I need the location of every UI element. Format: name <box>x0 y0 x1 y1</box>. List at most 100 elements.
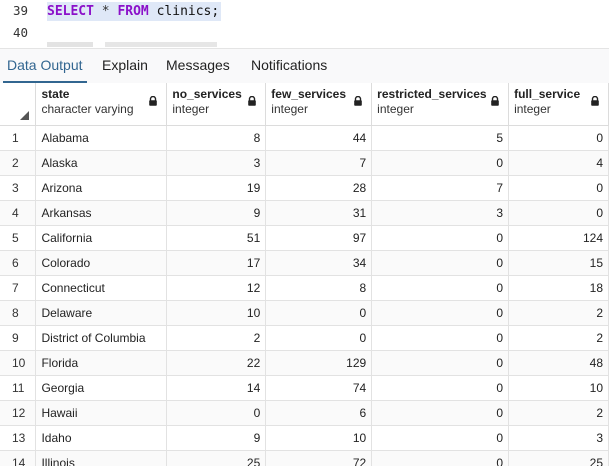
column-header-no-services[interactable]: no_services integer <box>166 83 267 126</box>
cell-no-services[interactable]: 8 <box>166 125 267 151</box>
column-header-state[interactable]: state character varying <box>35 83 168 126</box>
cell-state[interactable]: District of Columbia <box>35 325 168 351</box>
cell-few-services[interactable]: 72 <box>265 450 373 466</box>
cell-restricted-services[interactable]: 0 <box>371 325 510 351</box>
cell-state[interactable]: Alabama <box>35 125 168 151</box>
cell-restricted-services[interactable]: 0 <box>371 425 510 451</box>
cell-no-services[interactable]: 25 <box>166 450 267 466</box>
table-row[interactable]: 9 District of Columbia 2 0 0 2 <box>0 325 609 351</box>
cell-restricted-services[interactable]: 0 <box>371 450 510 466</box>
row-number[interactable]: 4 <box>0 200 37 226</box>
cell-full-service[interactable]: 25 <box>508 450 609 466</box>
cell-no-services[interactable]: 3 <box>166 150 267 176</box>
cell-full-service[interactable]: 4 <box>508 150 609 176</box>
cell-restricted-services[interactable]: 0 <box>371 375 510 401</box>
cell-no-services[interactable]: 12 <box>166 275 267 301</box>
cell-no-services[interactable]: 22 <box>166 350 267 376</box>
cell-restricted-services[interactable]: 7 <box>371 175 510 201</box>
row-number[interactable]: 3 <box>0 175 37 201</box>
cell-restricted-services[interactable]: 0 <box>371 225 510 251</box>
cell-no-services[interactable]: 9 <box>166 425 267 451</box>
cell-state[interactable]: Delaware <box>35 300 168 326</box>
cell-state[interactable]: Colorado <box>35 250 168 276</box>
cell-full-service[interactable]: 0 <box>508 125 609 151</box>
table-row[interactable]: 12 Hawaii 0 6 0 2 <box>0 400 609 426</box>
cell-full-service[interactable]: 0 <box>508 200 609 226</box>
cell-state[interactable]: Arkansas <box>35 200 168 226</box>
row-number[interactable]: 11 <box>0 375 37 401</box>
cell-no-services[interactable]: 19 <box>166 175 267 201</box>
cell-full-service[interactable]: 48 <box>508 350 609 376</box>
cell-full-service[interactable]: 124 <box>508 225 609 251</box>
cell-state[interactable]: Georgia <box>35 375 168 401</box>
table-row[interactable]: 8 Delaware 10 0 0 2 <box>0 300 609 326</box>
cell-few-services[interactable]: 7 <box>265 150 373 176</box>
row-number[interactable]: 6 <box>0 250 37 276</box>
cell-no-services[interactable]: 2 <box>166 325 267 351</box>
cell-full-service[interactable]: 0 <box>508 175 609 201</box>
column-header-restricted-services[interactable]: restricted_services integer <box>371 83 510 126</box>
cell-full-service[interactable]: 10 <box>508 375 609 401</box>
cell-few-services[interactable]: 28 <box>265 175 373 201</box>
row-number[interactable]: 9 <box>0 325 37 351</box>
cell-no-services[interactable]: 0 <box>166 400 267 426</box>
cell-state[interactable]: Alaska <box>35 150 168 176</box>
cell-state[interactable]: Illinois <box>35 450 168 466</box>
cell-state[interactable]: Arizona <box>35 175 168 201</box>
tab-messages[interactable]: Messages <box>166 49 230 83</box>
cell-full-service[interactable]: 2 <box>508 400 609 426</box>
table-row[interactable]: 7 Connecticut 12 8 0 18 <box>0 275 609 301</box>
row-number[interactable]: 10 <box>0 350 37 376</box>
cell-no-services[interactable]: 14 <box>166 375 267 401</box>
cell-full-service[interactable]: 3 <box>508 425 609 451</box>
table-row[interactable]: 5 California 51 97 0 124 <box>0 225 609 251</box>
cell-no-services[interactable]: 9 <box>166 200 267 226</box>
query-editor[interactable]: 39 SELECT * FROM clinics; 40 <box>0 0 609 47</box>
cell-few-services[interactable]: 0 <box>265 325 373 351</box>
row-number[interactable]: 13 <box>0 425 37 451</box>
row-number[interactable]: 2 <box>0 150 37 176</box>
tab-data-output[interactable]: Data Output <box>3 49 86 84</box>
editor-line[interactable]: 40 <box>0 22 609 44</box>
table-row[interactable]: 2 Alaska 3 7 0 4 <box>0 150 609 176</box>
cell-full-service[interactable]: 18 <box>508 275 609 301</box>
cell-restricted-services[interactable]: 0 <box>371 350 510 376</box>
cell-few-services[interactable]: 44 <box>265 125 373 151</box>
cell-restricted-services[interactable]: 0 <box>371 150 510 176</box>
table-row[interactable]: 1 Alabama 8 44 5 0 <box>0 125 609 151</box>
sql-statement[interactable]: SELECT * FROM clinics; <box>47 2 222 21</box>
cell-few-services[interactable]: 0 <box>265 300 373 326</box>
row-number[interactable]: 12 <box>0 400 37 426</box>
row-number[interactable]: 1 <box>0 125 37 151</box>
table-row[interactable]: 4 Arkansas 9 31 3 0 <box>0 200 609 226</box>
cell-state[interactable]: California <box>35 225 168 251</box>
cell-few-services[interactable]: 129 <box>265 350 373 376</box>
cell-full-service[interactable]: 2 <box>508 300 609 326</box>
column-header-full-service[interactable]: full_service integer <box>508 83 609 126</box>
cell-state[interactable]: Connecticut <box>35 275 168 301</box>
cell-restricted-services[interactable]: 0 <box>371 300 510 326</box>
cell-restricted-services[interactable]: 3 <box>371 200 510 226</box>
table-row[interactable]: 13 Idaho 9 10 0 3 <box>0 425 609 451</box>
table-row[interactable]: 14 Illinois 25 72 0 25 <box>0 450 609 466</box>
cell-restricted-services[interactable]: 5 <box>371 125 510 151</box>
select-all-corner[interactable] <box>0 83 37 126</box>
cell-few-services[interactable]: 34 <box>265 250 373 276</box>
cell-no-services[interactable]: 17 <box>166 250 267 276</box>
column-header-few-services[interactable]: few_services integer <box>265 83 373 126</box>
row-number[interactable]: 14 <box>0 450 37 466</box>
row-number[interactable]: 8 <box>0 300 37 326</box>
table-row[interactable]: 3 Arizona 19 28 7 0 <box>0 175 609 201</box>
row-number[interactable]: 5 <box>0 225 37 251</box>
table-row[interactable]: 11 Georgia 14 74 0 10 <box>0 375 609 401</box>
tab-notifications[interactable]: Notifications <box>251 49 327 83</box>
cell-state[interactable]: Idaho <box>35 425 168 451</box>
cell-few-services[interactable]: 10 <box>265 425 373 451</box>
editor-line[interactable]: 39 SELECT * FROM clinics; <box>0 0 609 22</box>
cell-restricted-services[interactable]: 0 <box>371 250 510 276</box>
cell-few-services[interactable]: 8 <box>265 275 373 301</box>
cell-few-services[interactable]: 97 <box>265 225 373 251</box>
cell-no-services[interactable]: 10 <box>166 300 267 326</box>
cell-restricted-services[interactable]: 0 <box>371 275 510 301</box>
cell-full-service[interactable]: 2 <box>508 325 609 351</box>
